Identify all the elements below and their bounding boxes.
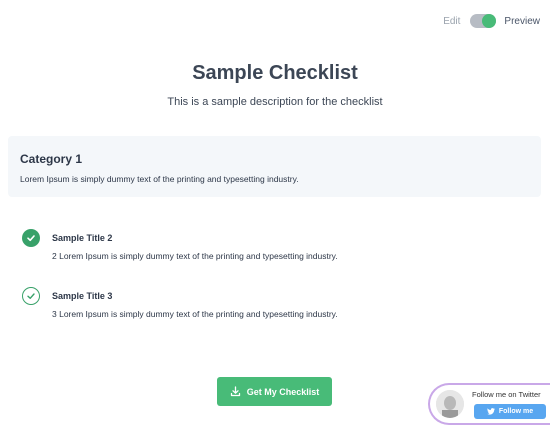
view-mode-toggle-bar: Edit Preview	[443, 14, 540, 28]
item-text: 3 Lorem Ipsum is simply dummy text of th…	[52, 309, 338, 319]
preview-label[interactable]: Preview	[504, 16, 540, 27]
toggle-knob	[482, 14, 497, 28]
twitter-icon	[487, 408, 495, 415]
item-text: 2 Lorem Ipsum is simply dummy text of th…	[52, 251, 338, 261]
twitter-follow-button-label: Follow me	[498, 408, 534, 415]
item-title: Sample Title 3	[52, 291, 113, 301]
edit-preview-toggle[interactable]	[470, 14, 497, 28]
edit-label[interactable]: Edit	[443, 16, 460, 27]
item-title: Sample Title 2	[52, 233, 113, 243]
unchecked-checkbox-icon[interactable]	[22, 287, 40, 305]
page-description: This is a sample description for the che…	[167, 96, 383, 108]
checklist-item[interactable]: Sample Title 2 2 Lorem Ipsum is simply d…	[22, 229, 338, 261]
checklist-item[interactable]: Sample Title 3 3 Lorem Ipsum is simply d…	[22, 287, 338, 319]
twitter-follow-button[interactable]: Follow me	[474, 404, 546, 419]
checked-checkbox-icon[interactable]	[22, 229, 40, 247]
page-title: Sample Checklist	[192, 62, 358, 84]
get-checklist-button[interactable]: Get My Checklist	[217, 377, 332, 406]
avatar	[436, 390, 464, 418]
category-title: Category 1	[20, 152, 83, 166]
category-description: Lorem Ipsum is simply dummy text of the …	[20, 174, 299, 184]
get-checklist-label: Get My Checklist	[246, 386, 320, 397]
twitter-follow-text: Follow me on Twitter	[472, 390, 541, 399]
category-card: Category 1 Lorem Ipsum is simply dummy t…	[8, 136, 541, 197]
download-icon	[230, 386, 240, 397]
twitter-follow-widget: Follow me on Twitter Follow me	[428, 383, 550, 425]
